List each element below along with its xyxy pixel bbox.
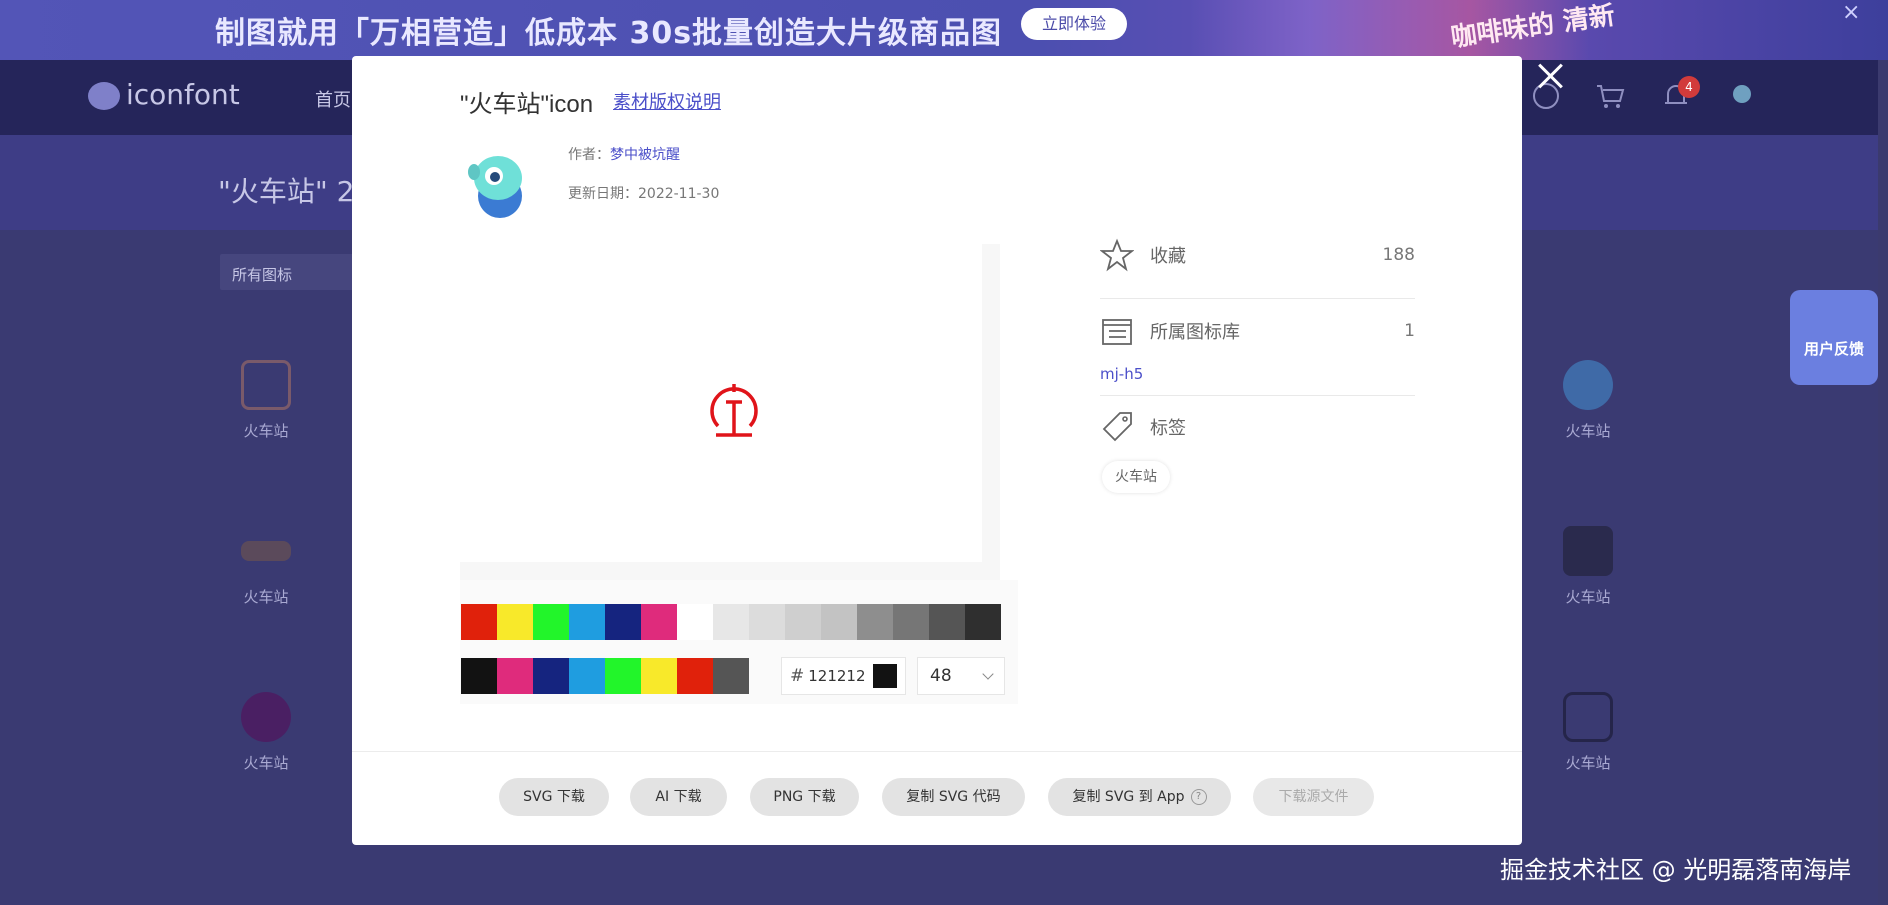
result-icon-card[interactable]: 火车站	[1543, 360, 1633, 441]
color-swatch[interactable]	[461, 658, 497, 694]
palette-row-2	[461, 658, 749, 694]
footer-divider	[352, 751, 1522, 752]
svg-download-button[interactable]: SVG 下载	[499, 778, 609, 816]
search-title: "火车站" 2	[218, 175, 355, 208]
update-date: 更新日期：2022-11-30	[568, 186, 720, 202]
result-icon-card[interactable]: 火车站	[221, 526, 311, 607]
color-swatch[interactable]	[893, 604, 929, 640]
tags-label: 标签	[1150, 418, 1186, 439]
copyright-link[interactable]: 素材版权说明	[613, 88, 721, 114]
train-icon	[1563, 692, 1613, 742]
ai-download-button[interactable]: AI 下载	[630, 778, 727, 816]
color-swatch[interactable]	[569, 658, 605, 694]
logo-text: iconfont	[126, 78, 240, 111]
author-avatar[interactable]	[464, 148, 534, 222]
favorites-label: 收藏	[1150, 246, 1186, 267]
library-link[interactable]: mj-h5	[1100, 365, 1143, 383]
site-logo[interactable]: iconfont	[88, 78, 240, 111]
color-swatch[interactable]	[641, 658, 677, 694]
result-icon-card[interactable]: 火车站	[221, 692, 311, 773]
star-icon[interactable]	[1100, 238, 1134, 272]
tag-chip[interactable]: 火车站	[1102, 461, 1170, 493]
color-swatch[interactable]	[785, 604, 821, 640]
chevron-down-icon	[982, 668, 994, 680]
favorites-row[interactable]: 收藏 188	[1100, 238, 1415, 272]
station-icon	[241, 692, 291, 742]
color-swatch[interactable]	[497, 604, 533, 640]
copy-svg-to-app-button[interactable]: 复制 SVG 到 App ?	[1048, 778, 1231, 816]
station-icon	[1563, 360, 1613, 410]
hex-color-input[interactable]: # 121212	[781, 657, 906, 695]
color-swatch[interactable]	[641, 604, 677, 640]
hex-value: 121212	[808, 667, 866, 685]
train-icon	[241, 360, 291, 410]
palette-row-1	[461, 604, 1001, 640]
color-swatch[interactable]	[605, 604, 641, 640]
download-source-button: 下载源文件	[1253, 778, 1374, 816]
library-row: 所属图标库 1	[1100, 314, 1415, 348]
result-icon-card[interactable]: 火车站	[221, 360, 311, 441]
banner-text: 制图就用「万相营造」低成本 30s批量创造大片级商品图	[215, 16, 1003, 51]
help-icon[interactable]: ?	[1190, 789, 1207, 805]
cart-icon[interactable]	[1594, 80, 1626, 112]
tags-row: 标签	[1100, 410, 1415, 444]
result-icon-card[interactable]: 火车站	[1543, 692, 1633, 773]
library-label: 所属图标库	[1150, 322, 1240, 343]
result-icon-card[interactable]: 火车站	[1543, 526, 1633, 607]
nav-home[interactable]: 首页	[315, 86, 351, 112]
hash-symbol: #	[790, 666, 805, 686]
close-icon[interactable]	[1532, 58, 1568, 94]
feedback-button[interactable]: 用户反馈	[1790, 290, 1878, 385]
avatar-icon[interactable]	[1726, 80, 1758, 112]
color-swatch[interactable]	[713, 658, 749, 694]
color-swatch[interactable]	[821, 604, 857, 640]
author-info: 作者：梦中被坑醒	[568, 147, 680, 163]
author-link[interactable]: 梦中被坑醒	[610, 147, 680, 163]
watermark: 掘金技术社区 @ 光明磊落南海岸	[1500, 856, 1852, 884]
notification-badge: 4	[1678, 76, 1700, 98]
banner-try-button[interactable]: 立即体验	[1021, 8, 1127, 40]
library-count: 1	[1404, 321, 1415, 341]
library-icon	[1102, 319, 1132, 345]
filter-dropdown[interactable]: 所有图标	[220, 254, 370, 290]
train-station-icon	[706, 382, 762, 442]
size-value: 48	[930, 666, 952, 686]
color-swatch[interactable]	[605, 658, 641, 694]
color-swatch[interactable]	[965, 604, 1001, 640]
color-swatch[interactable]	[677, 604, 713, 640]
train-icon	[241, 541, 291, 561]
tag-icon	[1102, 412, 1132, 442]
divider	[1100, 395, 1415, 396]
station-icon	[1563, 526, 1613, 576]
color-swatch[interactable]	[677, 658, 713, 694]
color-swatch[interactable]	[533, 604, 569, 640]
copy-svg-code-button[interactable]: 复制 SVG 代码	[882, 778, 1025, 816]
color-swatch[interactable]	[713, 604, 749, 640]
png-download-button[interactable]: PNG 下载	[750, 778, 859, 816]
icon-size-select[interactable]: 48	[917, 657, 1005, 695]
favorites-count: 188	[1382, 245, 1415, 265]
color-swatch[interactable]	[461, 604, 497, 640]
banner-close-icon[interactable]: ×	[1842, 0, 1860, 25]
divider	[1100, 298, 1415, 299]
color-swatch[interactable]	[857, 604, 893, 640]
color-swatch[interactable]	[533, 658, 569, 694]
color-swatch[interactable]	[569, 604, 605, 640]
modal-title: "火车站"icon	[460, 91, 594, 118]
color-swatch[interactable]	[929, 604, 965, 640]
color-swatch[interactable]	[497, 658, 533, 694]
current-color-swatch[interactable]	[873, 664, 897, 688]
color-swatch[interactable]	[749, 604, 785, 640]
logo-icon	[88, 82, 120, 110]
